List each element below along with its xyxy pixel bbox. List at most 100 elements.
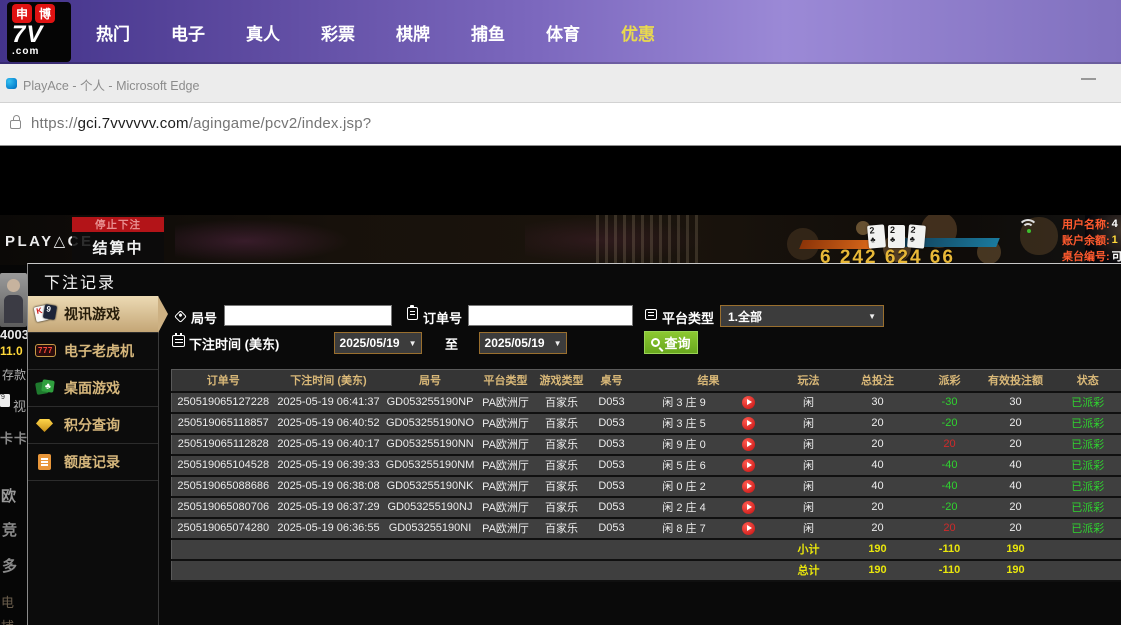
sidebar-item-table-games[interactable]: 桌面游戏 — [28, 370, 158, 407]
search-button[interactable]: 查询 — [644, 331, 698, 354]
column-header: 派彩 — [922, 370, 978, 392]
play-video-button[interactable] — [742, 459, 755, 472]
platform-type-select[interactable]: 1.全部▼ — [720, 305, 884, 327]
site-logo[interactable]: 申 博 7V .com — [7, 2, 71, 62]
user-info-row: 账户余额:1 — [1062, 232, 1121, 248]
play-video-button[interactable] — [742, 480, 755, 493]
table-cell: 已派彩 — [1054, 518, 1121, 539]
result-text: 闲 0 庄 2 — [662, 478, 705, 494]
bg-fragment: 多 — [2, 555, 17, 576]
screen: 申 博 7V .com 热门电子真人彩票棋牌捕鱼体育优惠 PlayAce - 个… — [0, 0, 1121, 625]
column-header: 下注时间 (美东) — [275, 370, 383, 392]
sidebar-item-label: 积分查询 — [64, 415, 120, 435]
nav-item-live[interactable]: 真人 — [246, 20, 280, 45]
to-label: 至 — [445, 334, 458, 353]
subtotal-cell: 190 — [978, 539, 1054, 560]
play-video-button[interactable] — [742, 501, 755, 514]
result-text: 闲 9 庄 0 — [662, 436, 705, 452]
play-video-button[interactable] — [742, 396, 755, 409]
subtotal-cell — [1054, 539, 1121, 560]
search-icon — [651, 338, 660, 347]
table-cell: 2025-05-19 06:36:55 — [275, 518, 383, 539]
nav-item-fishing[interactable]: 捕鱼 — [471, 20, 505, 45]
playing-card: 2♣ — [888, 225, 905, 248]
total-cell — [383, 560, 478, 581]
address-bar[interactable]: https://gci.7vvvvvv.com/agingame/pcv2/in… — [0, 103, 1121, 146]
table-cell: D053 — [590, 518, 634, 539]
settling-status: 结算中 — [72, 232, 164, 263]
sidebar-item-points-query[interactable]: 积分查询 — [28, 407, 158, 444]
table-cell: D053 — [590, 434, 634, 455]
table-cell: 2025-05-19 06:41:37 — [275, 392, 383, 413]
table-cell: GD053255190NN — [383, 434, 478, 455]
table-cell: D053 — [590, 413, 634, 434]
nav-item-promo[interactable]: 优惠 — [621, 20, 655, 45]
table-cell: D053 — [590, 497, 634, 518]
subtotal-cell: -110 — [922, 539, 978, 560]
nav-item-board[interactable]: 棋牌 — [396, 20, 430, 45]
table-cell: 20 — [922, 518, 978, 539]
nav-item-sports[interactable]: 体育 — [546, 20, 580, 45]
result-cell: 闲 0 庄 2 — [635, 478, 783, 494]
sidebar-item-slots[interactable]: 电子老虎机 — [28, 333, 158, 370]
table-cell: GD053255190NO — [383, 413, 478, 434]
total-cell: 总计 — [784, 560, 834, 581]
sidebar-item-quota-records[interactable]: 额度记录 — [28, 444, 158, 481]
table-cell: D053 — [590, 476, 634, 497]
page-left-strip: 400311.0存款视卡卡欧竞多电捕 — [0, 265, 27, 625]
table-cell: 百家乐 — [534, 392, 590, 413]
table-cell: 20 — [978, 434, 1054, 455]
table-cell: -30 — [922, 392, 978, 413]
doc-icon — [35, 452, 56, 472]
table-cell: 20 — [978, 413, 1054, 434]
subtotal-cell — [383, 539, 478, 560]
play-video-button[interactable] — [742, 438, 755, 451]
nav-item-electronic[interactable]: 电子 — [171, 20, 205, 45]
order-input[interactable] — [468, 305, 633, 326]
club-suit-icon: ♣ — [909, 234, 925, 244]
table-header-row: 订单号下注时间 (美东)局号平台类型游戏类型桌号结果玩法总投注派彩有效投注额状态 — [172, 370, 1121, 392]
game-video-strip: PLAY△CE 停止下注 结算中 2♣2♣2♣ 6 242 624 66 用户名… — [0, 215, 1121, 265]
video-bg-curtain — [596, 215, 704, 265]
total-cell: 190 — [978, 560, 1054, 581]
table-cell: 闲 — [784, 476, 834, 497]
table-cell: GD053255190NK — [383, 476, 478, 497]
table-cell: 250519065104528 — [172, 455, 275, 476]
table-cell: 20 — [978, 518, 1054, 539]
table-cell: 闲 3 庄 5 — [634, 413, 784, 434]
table-cell: 闲 — [784, 392, 834, 413]
bg-fragment: 视 — [13, 396, 26, 415]
list-icon — [645, 309, 657, 320]
column-header: 游戏类型 — [534, 370, 590, 392]
table-cell: 已派彩 — [1054, 455, 1121, 476]
sidebar-item-label: 电子老虎机 — [64, 341, 134, 361]
column-header: 玩法 — [784, 370, 834, 392]
table-cell: PA欧洲厅 — [478, 497, 534, 518]
table-cell: 闲 5 庄 6 — [634, 455, 784, 476]
play-video-button[interactable] — [742, 522, 755, 535]
date-from-select[interactable]: 2025/05/19▼ — [334, 332, 422, 354]
table-cell: 闲 — [784, 413, 834, 434]
bg-fragment: 存款 — [2, 366, 26, 383]
play-video-button[interactable] — [742, 417, 755, 430]
table-row: 2505190651045282025-05-19 06:39:33GD0532… — [172, 455, 1121, 476]
table-cell: 2025-05-19 06:38:08 — [275, 476, 383, 497]
table-cell: 250519065074280 — [172, 518, 275, 539]
result-text: 闲 5 庄 6 — [662, 457, 705, 473]
nav-item-hot[interactable]: 热门 — [96, 20, 130, 45]
table-cell: 40 — [834, 455, 922, 476]
date-to-select[interactable]: 2025/05/19▼ — [479, 332, 567, 354]
total-cell — [590, 560, 634, 581]
minimize-button[interactable]: — — [1081, 70, 1096, 87]
nav-item-lottery[interactable]: 彩票 — [321, 20, 355, 45]
table-cell: 20 — [978, 497, 1054, 518]
table-cell: 闲 — [784, 518, 834, 539]
sidebar-item-label: 视讯游戏 — [64, 304, 120, 324]
table-row: 2505190650742802025-05-19 06:36:55GD0532… — [172, 518, 1121, 539]
table-cell: 闲 9 庄 0 — [634, 434, 784, 455]
table-cell: GD053255190NM — [383, 455, 478, 476]
main-nav-items: 热门 电子 真人 彩票 棋牌 捕鱼 体育 优惠 — [96, 0, 655, 64]
round-input[interactable] — [224, 305, 392, 326]
sidebar-item-video-games[interactable]: 视讯游戏 — [28, 296, 158, 333]
table-cell: GD053255190NP — [383, 392, 478, 413]
